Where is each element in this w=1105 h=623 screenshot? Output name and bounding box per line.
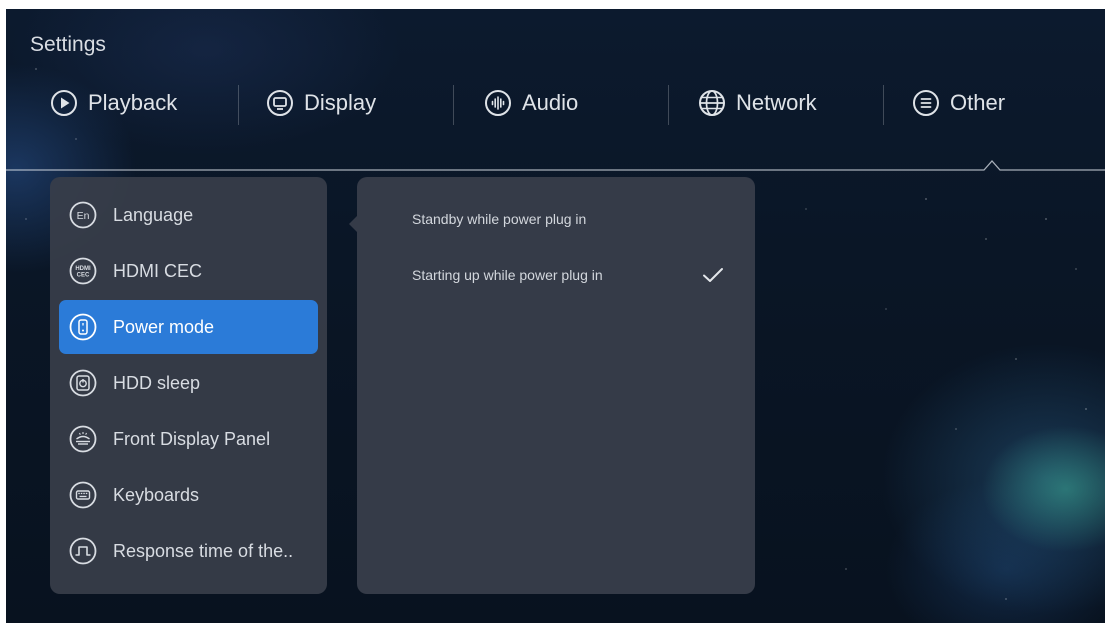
sidebar-item-front-display-panel[interactable]: Front Display Panel — [59, 412, 318, 466]
option-label: Starting up while power plug in — [412, 267, 603, 283]
audio-wave-icon — [484, 89, 512, 117]
option-starting-up[interactable]: Starting up while power plug in — [357, 255, 755, 295]
sidebar-item-label: Response time of the.. — [113, 540, 294, 561]
tab-other[interactable]: Other — [912, 81, 1005, 125]
settings-menu-panel: En Language HDMI CEC HDMI CEC Power mode … — [50, 177, 327, 594]
power-mode-icon — [68, 312, 98, 342]
sidebar-item-label: Power mode — [113, 316, 215, 337]
hdd-sleep-icon — [68, 368, 98, 398]
sidebar-item-hdd-sleep[interactable]: HDD sleep — [59, 356, 318, 410]
tab-playback[interactable]: Playback — [50, 81, 177, 125]
tab-separator — [883, 85, 884, 125]
sidebar-item-hdmi-cec[interactable]: HDMI CEC HDMI CEC — [59, 244, 318, 298]
settings-screen: Settings Playback Display Audio Network … — [6, 9, 1105, 623]
tab-label: Network — [736, 90, 817, 115]
sidebar-item-label: HDD sleep — [113, 372, 201, 393]
option-standby[interactable]: Standby while power plug in — [357, 199, 755, 239]
tab-separator — [238, 85, 239, 125]
power-mode-options-panel: Standby while power plug in Starting up … — [357, 177, 755, 594]
tab-label: Playback — [88, 90, 178, 115]
front-display-icon — [68, 424, 98, 454]
sidebar-item-response-time[interactable]: Response time of the.. — [59, 524, 318, 578]
tab-label: Other — [950, 90, 1006, 115]
keyboard-icon — [68, 480, 98, 510]
tab-label: Display — [304, 90, 377, 115]
hdmi-cec-icon: HDMI CEC — [68, 256, 98, 286]
tab-network[interactable]: Network — [698, 81, 817, 125]
sidebar-item-label: Front Display Panel — [113, 428, 271, 449]
option-label: Standby while power plug in — [412, 211, 587, 227]
tab-separator — [453, 85, 454, 125]
language-en-icon: En — [68, 200, 98, 230]
tab-underline-divider — [6, 160, 1105, 171]
svg-text:HDMI: HDMI — [75, 266, 91, 272]
panel-pointer — [349, 216, 357, 232]
svg-text:CEC: CEC — [77, 273, 90, 279]
tab-label: Audio — [522, 90, 579, 115]
sidebar-item-keyboards[interactable]: Keyboards — [59, 468, 318, 522]
page-title: Settings — [30, 33, 106, 56]
menu-lines-icon — [912, 89, 940, 117]
sidebar-item-label: Language — [113, 204, 194, 225]
play-circle-icon — [50, 89, 78, 117]
top-tab-bar: Playback Display Audio Network Other — [50, 81, 1090, 125]
monitor-icon — [266, 89, 294, 117]
tab-display[interactable]: Display — [266, 81, 376, 125]
globe-icon — [698, 89, 726, 117]
sidebar-item-label: HDMI CEC — [113, 260, 202, 281]
checkmark-icon — [703, 268, 723, 282]
tab-separator — [668, 85, 669, 125]
sidebar-item-language[interactable]: En Language — [59, 188, 318, 242]
tab-audio[interactable]: Audio — [484, 81, 578, 125]
sidebar-item-label: Keyboards — [113, 484, 200, 505]
pulse-wave-icon — [68, 536, 98, 566]
sidebar-item-power-mode[interactable]: Power mode — [59, 300, 318, 354]
svg-text:En: En — [77, 210, 90, 222]
